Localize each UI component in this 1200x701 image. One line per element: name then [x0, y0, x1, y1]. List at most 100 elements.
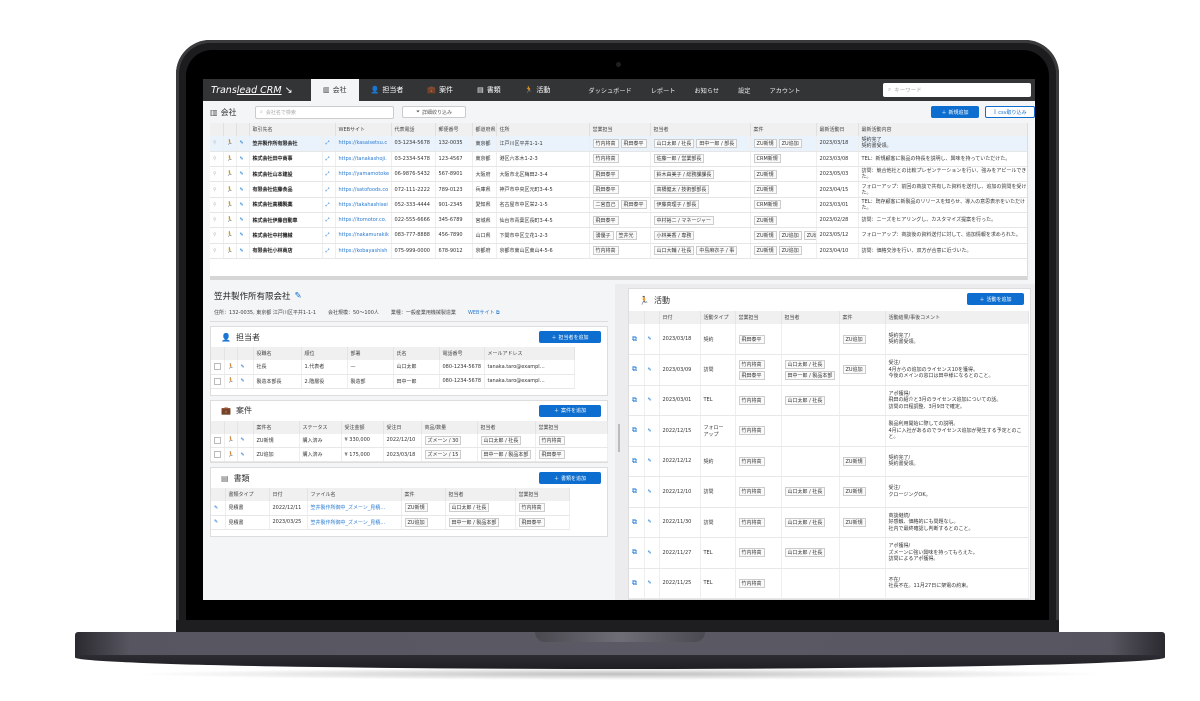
column-header[interactable]: 最新活動内容	[858, 123, 1027, 136]
sales-rep-chip[interactable]: 竹内将高	[738, 578, 765, 588]
running-icon[interactable]: 🏃	[227, 202, 233, 208]
company-row[interactable]: ⚲ 🏃 ✎ 株式会社田中商事 ⤢ https://tanakashoji. 03-2334-…	[210, 151, 1027, 168]
activity-row[interactable]: ⧉ ✎ 2022/12/12 契約 竹内将高 ZU新規 契約完了/契約書受領。	[629, 446, 1029, 477]
website-link[interactable]: https://tanakashoji.	[335, 151, 392, 168]
edit-cell[interactable]: ✎	[236, 151, 250, 168]
sales-rep-chip[interactable]: 竹内将高	[738, 426, 765, 436]
activity-cell[interactable]: 🏃	[223, 151, 237, 168]
email[interactable]: tanaka.taro@exampl…	[484, 374, 575, 389]
column-header[interactable]: ファイル名	[307, 488, 402, 501]
edit-pencil-icon[interactable]: ✎	[648, 428, 652, 434]
website-link[interactable]: https://itomotor.co.	[335, 212, 392, 229]
edit-cell[interactable]: ✎	[236, 212, 250, 229]
checkbox-cell[interactable]	[211, 360, 225, 375]
company-name[interactable]: 株式会社中村機械	[249, 227, 323, 244]
resize-grip[interactable]	[618, 424, 620, 452]
contact-chip[interactable]: 小林美香 / 専務	[653, 230, 695, 240]
company-row[interactable]: ⚲ 🏃 ✎ 有限会社佐藤食品 ⤢ https://satofoods.co 072-111-…	[210, 181, 1027, 198]
pane-resize-handle[interactable]	[615, 284, 624, 600]
edit-cell[interactable]: ✎	[211, 501, 226, 516]
edit-cell[interactable]: ✎	[236, 136, 250, 152]
activity-row[interactable]: ⧉ ✎ 2022/12/10 訪問 竹内将高 山口太郎 / 社長 ZU新規 受注/クロージング…	[629, 476, 1029, 508]
product-qty-chip[interactable]: ズメーン / 15	[424, 450, 462, 459]
expand-icon[interactable]: ⤢	[326, 171, 330, 177]
column-header[interactable]: 最新活動日	[816, 123, 859, 136]
column-header[interactable]: 担当者	[445, 488, 516, 501]
sales-rep-chip[interactable]: 湧優子	[592, 230, 614, 240]
pin-icon[interactable]: ⚲	[213, 217, 217, 223]
running-icon[interactable]: 🏃	[228, 452, 234, 458]
product-qty-chip[interactable]: ズメーン / 30	[424, 435, 462, 445]
copy-cell[interactable]: ⧉	[629, 568, 645, 599]
nav-tab-4[interactable]: 🏃 活動	[513, 79, 563, 101]
deal-chip[interactable]: ZU新規	[842, 456, 866, 466]
company-name[interactable]: 株式会社山本建設	[249, 166, 323, 183]
website-link[interactable]: https://yamamotoke	[335, 166, 392, 183]
new-company-button[interactable]: ＋新規追加	[931, 106, 979, 118]
edit-pencil-icon[interactable]: ✎	[241, 364, 245, 370]
edit-pencil-icon[interactable]: ✎	[240, 140, 244, 146]
activity-cell[interactable]: 🏃	[223, 136, 237, 152]
copy-cell[interactable]: ⧉	[629, 446, 645, 477]
sales-rep-chip[interactable]: 二宮直己	[592, 200, 619, 210]
column-header[interactable]: WEBサイト	[335, 123, 392, 136]
document-row[interactable]: ✎ 見積書 2022/12/11 笠井製作所御中_ズメーン_見積… ZU新規 山口太郎 /…	[211, 501, 570, 516]
contact-chip[interactable]: 中村裕二 / マネージャー	[653, 215, 715, 225]
contact-chip[interactable]: 山口太郎 / 社長	[653, 138, 695, 148]
sales-rep-chip[interactable]: 竹内将高	[538, 435, 565, 445]
running-icon[interactable]: 🏃	[227, 171, 233, 177]
copy-icon[interactable]: ⧉	[632, 335, 637, 343]
edit-pencil-icon[interactable]: ✎	[240, 232, 244, 238]
sales-rep-chip[interactable]: 竹内将高	[738, 359, 765, 369]
column-header[interactable]: 担当者	[477, 420, 536, 434]
pin-cell[interactable]: ⚲	[210, 136, 224, 152]
activity-row[interactable]: ⧉ ✎ 2023/03/09 訪問 竹内将高 飛田泰平 山口太郎 / 社長 田中一郎 / 製品…	[629, 354, 1029, 386]
edit-pencil-icon[interactable]: ✎	[648, 397, 652, 403]
deal-chip[interactable]: ZU追加	[842, 334, 866, 344]
column-header[interactable]: 都道府県	[472, 123, 497, 136]
contact-chip[interactable]: 山口太郎 / 社長	[784, 487, 826, 497]
sales-rep-chip[interactable]: 飛田泰平	[738, 370, 765, 380]
deal-chip[interactable]: ZU新規	[404, 503, 428, 513]
column-header[interactable]: 取引先名	[249, 123, 336, 136]
activity-row[interactable]: ⧉ ✎ 2022/12/15 フォロー アップ 竹内将高 製品利用開始に際しての説明。 4月に…	[629, 415, 1029, 447]
company-name[interactable]: 笠井製作所有限会社	[249, 136, 323, 152]
running-icon[interactable]: 🏃	[227, 156, 233, 162]
contact-chip[interactable]: 山口太郎 / 社長	[784, 517, 826, 527]
edit-pencil-icon[interactable]: ✎	[648, 489, 652, 495]
deal-row[interactable]: 🏃 ✎ ZU新規 購入済み ¥ 330,000 2022/12/10 ズメーン / 30 山口…	[211, 433, 608, 448]
column-header[interactable]: 電話番号	[439, 347, 485, 360]
contact-chip[interactable]: 山口太郎 / 社長	[784, 548, 826, 558]
deal-chip[interactable]: ZU追加	[778, 246, 802, 256]
pin-icon[interactable]: ⚲	[213, 171, 217, 177]
company-name[interactable]: 有限会社佐藤食品	[249, 181, 323, 198]
copy-icon[interactable]: ⧉	[632, 518, 637, 526]
column-header[interactable]: 氏名	[393, 347, 440, 360]
edit-pencil-icon[interactable]: ✎	[240, 248, 244, 254]
nav-link[interactable]: ダッシュボード	[588, 86, 631, 95]
contact-chip[interactable]: 佐藤一郎 / 営業部長	[653, 154, 705, 164]
activity-row[interactable]: ⧉ ✎ 2022/11/27 TEL 竹内将高 山口太郎 / 社長 アポ獲得/ズメーンに強い…	[629, 537, 1029, 569]
company-row[interactable]: ⚲ 🏃 ✎ 株式会社伊藤自動車 ⤢ https://itomotor.co. 022-555…	[210, 212, 1027, 229]
copy-cell[interactable]: ⧉	[629, 537, 645, 569]
expand-cell[interactable]: ⤢	[322, 166, 336, 183]
activity-cell[interactable]: 🏃	[223, 212, 237, 229]
activity-row[interactable]: ⧉ ✎ 2022/11/30 訪問 竹内将高 山口太郎 / 社長 ZU新規 商談継続/好感触、…	[629, 507, 1029, 538]
add-activity-button[interactable]: ＋活動を追加	[967, 293, 1024, 305]
copy-icon[interactable]: ⧉	[632, 396, 637, 404]
sales-rep-chip[interactable]: 飛田泰平	[738, 334, 765, 344]
running-icon[interactable]: 🏃	[227, 248, 233, 254]
edit-cell[interactable]: ✎	[237, 447, 254, 462]
deal-chip[interactable]: ZU新規	[753, 246, 777, 256]
sales-rep-chip[interactable]: 竹内将高	[738, 456, 765, 466]
column-header[interactable]: 案件	[401, 488, 446, 501]
expand-cell[interactable]: ⤢	[322, 181, 336, 198]
nav-tab-1[interactable]: 👤 担当者	[359, 79, 416, 101]
activity-cell[interactable]: 🏃	[224, 447, 238, 462]
edit-pencil-icon[interactable]: ✎	[240, 202, 244, 208]
sales-rep-chip[interactable]: 竹内将高	[738, 487, 765, 497]
edit-pencil-icon[interactable]: ✎	[648, 519, 652, 525]
csv-import-button[interactable]: ▯ csv取り込み	[985, 106, 1035, 118]
deal-chip[interactable]: ZU新規	[753, 169, 777, 179]
contact-chip[interactable]: 伊藤真理子 / 部長	[653, 200, 700, 210]
